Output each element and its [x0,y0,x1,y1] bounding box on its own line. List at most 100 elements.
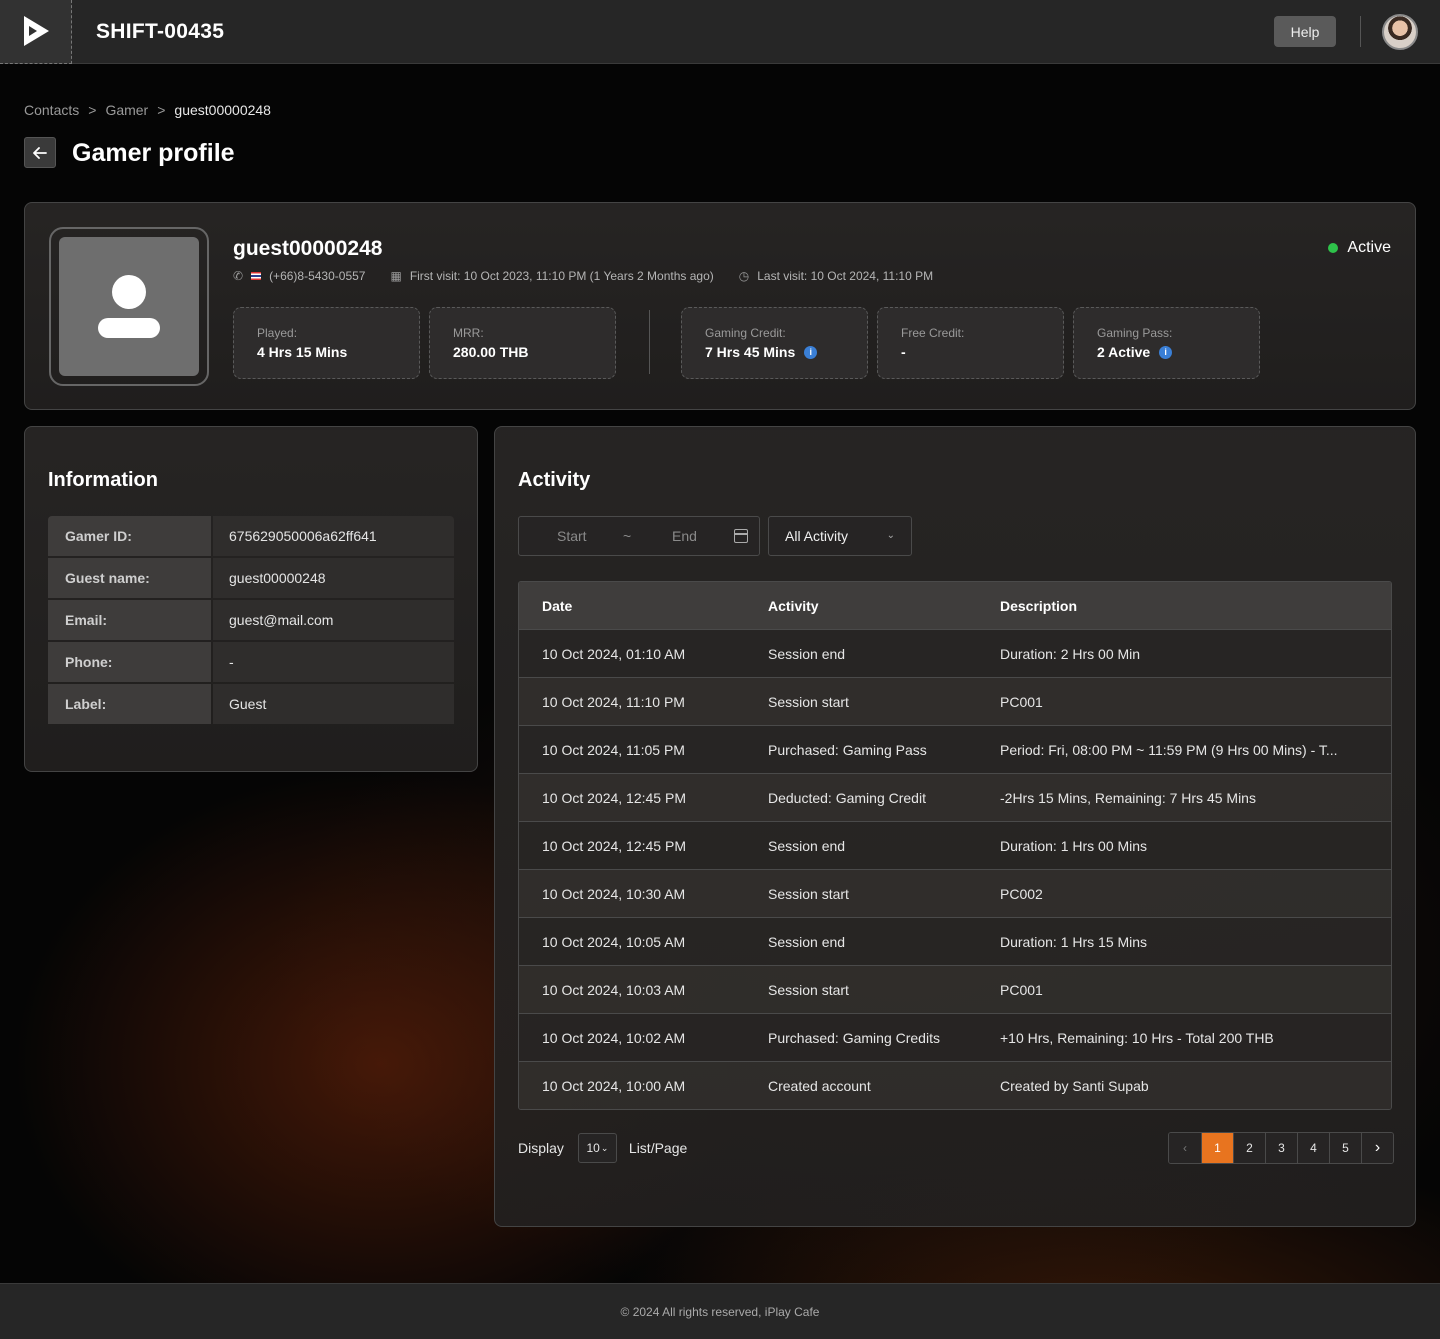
info-label: Label: [48,684,211,724]
info-row: Phone: - [48,642,454,682]
page-button[interactable]: 2 [1233,1133,1265,1163]
cell-description: Created by Santi Supab [1000,1077,1149,1094]
info-label: Gamer ID: [48,516,211,556]
page-button[interactable]: 1 [1201,1133,1233,1163]
stat-label: Gaming Credit: [705,326,786,340]
first-visit-text: First visit: 10 Oct 2023, 11:10 PM (1 Ye… [409,269,714,283]
info-icon[interactable]: i [1159,345,1173,359]
cell-date: 10 Oct 2024, 11:10 PM [542,693,685,710]
last-visit-meta: ◷ Last visit: 10 Oct 2024, 11:10 PM [739,269,933,283]
cell-activity: Session start [768,693,849,710]
user-avatar[interactable] [1382,14,1418,50]
app-logo[interactable] [0,0,72,64]
cell-date: 10 Oct 2024, 10:00 AM [542,1077,686,1094]
table-row: 10 Oct 2024, 12:45 PM Session end Duration… [519,821,1391,869]
stat-divider [649,310,650,374]
info-row: Guest name: guest00000248 [48,558,454,598]
stat-mrr: MRR: 280.00 THB [429,307,616,379]
cell-date: 10 Oct 2024, 11:05 PM [542,741,685,758]
info-icon[interactable]: i [804,345,818,359]
cell-description: Duration: 1 Hrs 00 Mins [1000,837,1148,854]
chevron-down-icon: ⌄ [600,1142,609,1153]
cell-activity: Purchased: Gaming Pass [768,741,927,758]
clock-icon: ◷ [738,269,750,283]
stat-played: Played: 4 Hrs 15 Mins [233,307,420,379]
info-value: guest00000248 [213,558,454,598]
status-dot-icon [1328,243,1339,253]
page-size-control: Display 10 ⌄ List/Page [518,1133,687,1163]
cell-activity: Session end [768,837,846,854]
table-row: 10 Oct 2024, 11:05 PM Purchased: Gaming P… [519,725,1391,773]
per-page-select[interactable]: 10 ⌄ [577,1133,617,1163]
table-row: 10 Oct 2024, 12:45 PM Deducted: Gaming Cr… [519,773,1391,821]
breadcrumb-current: guest00000248 [174,102,271,118]
cell-description: Duration: 2 Hrs 00 Min [1000,645,1141,662]
page-title: Gamer profile [72,139,235,167]
page-button[interactable]: 3 [1265,1133,1297,1163]
breadcrumb-gamer[interactable]: Gamer [105,102,148,118]
breadcrumb: Contacts > Gamer > guest00000248 [24,102,271,118]
cell-description: PC001 [1000,981,1043,998]
page-button[interactable]: 5 [1329,1133,1361,1163]
stat-value: 280.00 THB [453,344,529,360]
pagination: ‹ 1 2 3 4 5 › [1168,1132,1394,1164]
status-badge: Active [1328,239,1391,257]
column-header-date: Date [542,597,573,614]
page-button[interactable]: 4 [1297,1133,1329,1163]
phone-text: (+66)8-5430-0557 [269,269,366,283]
gamer-name: guest00000248 [233,237,383,260]
stat-label: Played: [257,326,298,340]
info-value: 675629050006a62ff641 [213,516,454,556]
information-table: Gamer ID: 675629050006a62ff641 Guest nam… [48,516,454,726]
information-card: Information Gamer ID: 675629050006a62ff6… [24,426,478,772]
shift-title: SHIFT-00435 [96,19,225,43]
footer-copyright: © 2024 All rights reserved, iPlay Cafe [620,1304,820,1319]
activity-title: Activity [518,469,591,491]
table-header: Date Activity Description [519,582,1391,629]
stat-label: Gaming Pass: [1097,326,1173,340]
calendar-icon: ▦ [390,269,402,283]
table-row: 10 Oct 2024, 10:02 AM Purchased: Gaming C… [519,1013,1391,1061]
cell-date: 10 Oct 2024, 10:03 AM [542,981,686,998]
back-button[interactable] [24,137,56,168]
breadcrumb-separator: > [157,102,166,118]
cell-activity: Session end [768,645,846,662]
table-row: 10 Oct 2024, 11:10 PM Session start PC001 [519,677,1391,725]
date-range-picker[interactable]: Start ~ End [518,516,760,556]
cell-activity: Purchased: Gaming Credits [768,1029,940,1046]
cell-description: PC002 [1000,885,1043,902]
information-title: Information [48,469,158,491]
table-row: 10 Oct 2024, 01:10 AM Session end Duration… [519,629,1391,677]
activity-filter-select[interactable]: All Activity ⌄ [768,516,912,556]
table-row: 10 Oct 2024, 10:00 AM Created account Crea… [519,1061,1391,1109]
profile-meta: ✆ (+66)8-5430-0557 ▦ First visit: 10 Oct… [233,269,958,283]
activity-filter-value: All Activity [785,528,849,544]
help-button[interactable]: Help [1274,16,1336,47]
cell-description: -2Hrs 15 Mins, Remaining: 7 Hrs 45 Mins [1000,789,1256,806]
date-end-input[interactable]: End [672,528,697,544]
activity-table: Date Activity Description 10 Oct 2024, 0… [518,581,1392,1110]
info-value: - [213,642,454,682]
prev-page-button[interactable]: ‹ [1169,1133,1201,1163]
cell-description: Period: Fri, 08:00 PM ~ 11:59 PM (9 Hrs … [1000,741,1338,758]
calendar-icon[interactable] [734,529,748,543]
info-label: Phone: [48,642,211,682]
thai-flag-icon [251,272,262,280]
cell-date: 10 Oct 2024, 10:02 AM [542,1029,686,1046]
cell-description: Duration: 1 Hrs 15 Mins [1000,933,1148,950]
cell-activity: Deducted: Gaming Credit [768,789,926,806]
info-value: guest@mail.com [213,600,454,640]
date-start-input[interactable]: Start [557,528,587,544]
table-row: 10 Oct 2024, 10:03 AM Session start PC001 [519,965,1391,1013]
cell-date: 10 Oct 2024, 10:30 AM [542,885,686,902]
column-header-activity: Activity [768,597,819,614]
next-page-button[interactable]: › [1361,1133,1393,1163]
arrow-left-icon [33,146,47,159]
header-divider [1360,16,1361,47]
stat-value: - [901,344,906,360]
stat-label: MRR: [453,326,484,340]
stat-value: 4 Hrs 15 Mins [257,344,348,360]
breadcrumb-contacts[interactable]: Contacts [24,102,79,118]
breadcrumb-separator: > [88,102,97,118]
display-label: Display [518,1140,564,1156]
